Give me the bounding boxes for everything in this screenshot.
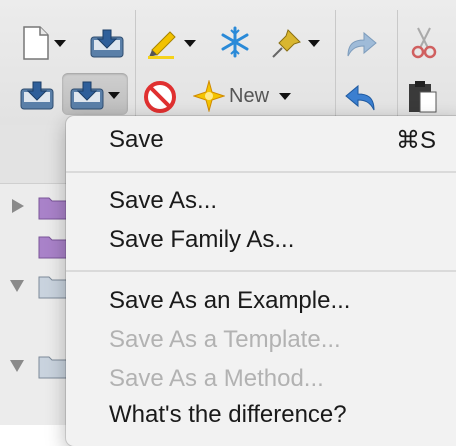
freeze-button[interactable]: [220, 26, 250, 58]
disclosure-collapsed-icon[interactable]: [12, 199, 24, 213]
disclosure-expanded-icon[interactable]: [10, 280, 24, 292]
menu-item-save-as-template: Save As a Template...: [109, 326, 341, 353]
save-icon: [20, 80, 54, 110]
freeze-icon: [220, 26, 250, 58]
menu-separator: [66, 171, 456, 173]
menu-item-save-as-method: Save As a Method...: [109, 365, 324, 392]
menu-item-save-as-example[interactable]: Save As an Example...: [109, 287, 350, 315]
prohibit-button[interactable]: [143, 80, 177, 114]
chevron-down-icon: [184, 39, 196, 47]
sparkle-icon: [193, 80, 225, 112]
disclosure-expanded-icon[interactable]: [10, 360, 24, 372]
save-dropdown-menu: Save ⌘S Save As... Save Family As... Sav…: [66, 116, 456, 446]
outline-header: [0, 125, 70, 184]
folder-icon: [38, 233, 68, 264]
import-icon: [90, 28, 124, 58]
chevron-down-icon: [108, 91, 120, 99]
highlighter-button[interactable]: [146, 26, 196, 60]
toolbar-separator: [335, 10, 336, 122]
save-menu-button[interactable]: [70, 80, 120, 110]
chevron-down-icon: [54, 39, 66, 47]
new-button[interactable]: New: [193, 80, 292, 112]
prohibit-icon: [143, 80, 177, 114]
undo-icon: [344, 82, 378, 112]
pin-icon: [270, 26, 304, 60]
chevron-down-icon: [308, 39, 320, 47]
toolbar: New: [0, 0, 456, 125]
new-document-button[interactable]: [22, 26, 66, 60]
toolbar-separator: [135, 10, 136, 122]
paste-button[interactable]: [408, 80, 438, 114]
new-button-label: New: [229, 84, 270, 107]
redo-button[interactable]: [344, 30, 378, 58]
open-folder-icon: [38, 353, 68, 384]
folder-icon: [38, 194, 68, 225]
cut-icon: [410, 26, 438, 60]
save-button[interactable]: [20, 80, 54, 110]
chevron-down-icon: [279, 92, 292, 100]
menu-separator: [66, 270, 456, 272]
outline-sidebar: [0, 125, 70, 425]
undo-button[interactable]: [344, 82, 378, 112]
menu-item-save-as[interactable]: Save As...: [109, 187, 217, 215]
open-folder-icon: [38, 273, 68, 304]
save-shortcut: ⌘S: [396, 127, 437, 154]
menu-item-save-family-as[interactable]: Save Family As...: [109, 226, 294, 254]
highlighter-icon: [146, 26, 180, 60]
save-menu-icon: [70, 80, 104, 110]
import-button[interactable]: [90, 28, 124, 58]
pin-button[interactable]: [270, 26, 320, 60]
cut-button[interactable]: [410, 26, 438, 60]
paste-icon: [408, 80, 438, 114]
menu-item-save[interactable]: Save: [109, 126, 164, 154]
toolbar-separator: [397, 10, 398, 122]
redo-icon: [344, 30, 378, 58]
new-document-icon: [22, 26, 50, 60]
